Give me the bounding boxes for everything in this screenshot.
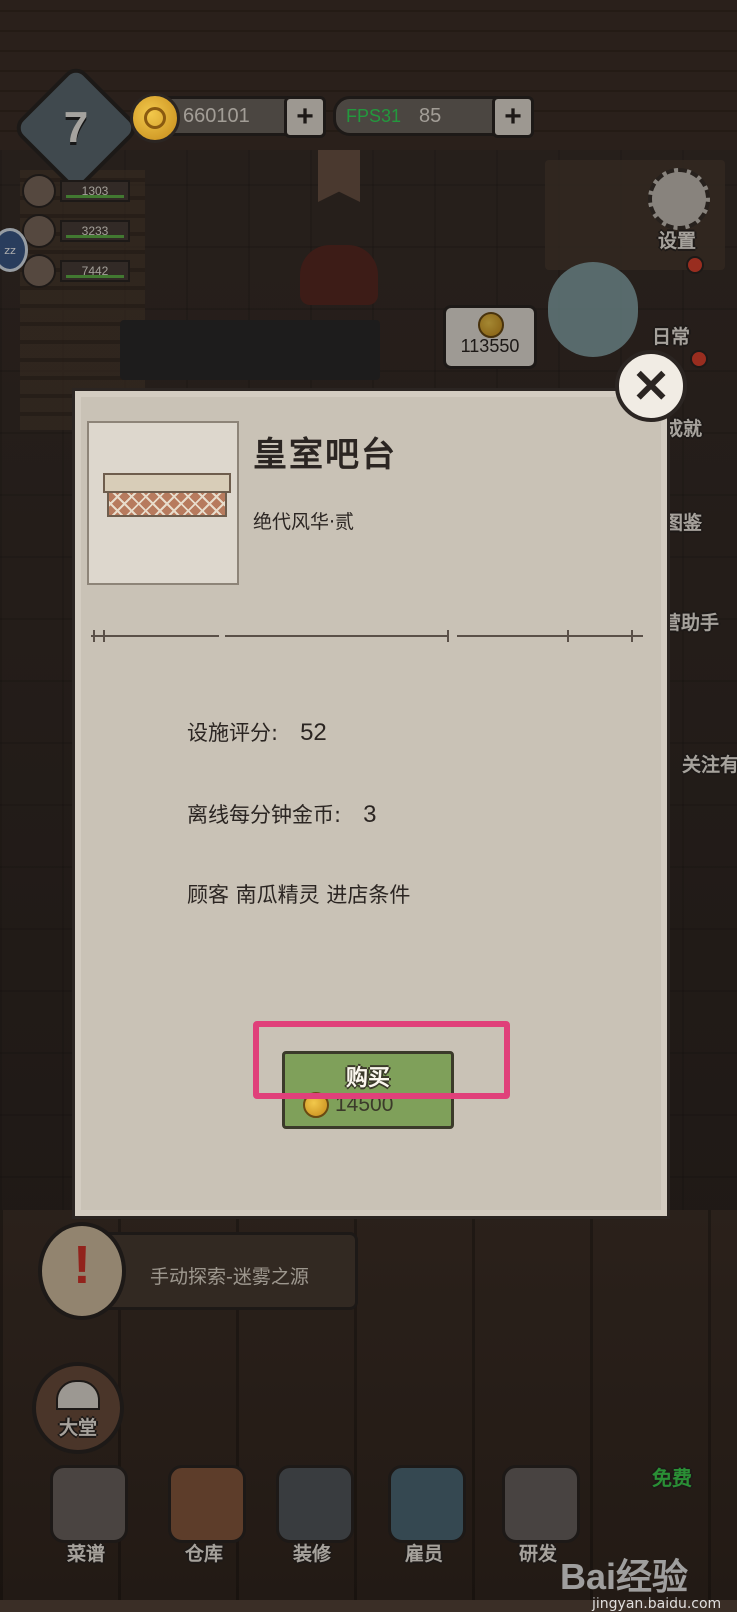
facility-score-value: 52 xyxy=(300,719,327,746)
item-set-name: 绝代风华·贰 xyxy=(253,511,355,533)
tutorial-highlight xyxy=(253,1021,510,1099)
customer-condition: 顾客 南瓜精灵 进店条件 xyxy=(187,883,411,907)
offline-coins-row: 离线每分钟金币: 3 xyxy=(187,799,376,829)
close-button[interactable]: ✕ xyxy=(615,350,687,422)
offline-coins-label: 离线每分钟金币: xyxy=(187,803,342,827)
coin-icon xyxy=(130,93,180,143)
offline-coins-value: 3 xyxy=(363,801,377,828)
section-divider xyxy=(91,629,647,643)
item-purchase-dialog: 皇室吧台 绝代风华·贰 设施评分: 52 离线每分钟金币: 3 顾客 南瓜精灵 进店… xyxy=(72,388,670,1219)
item-title: 皇室吧台 xyxy=(253,435,397,475)
facility-score-row: 设施评分: 52 xyxy=(187,717,327,747)
bar-counter-icon xyxy=(103,473,231,519)
facility-score-label: 设施评分: xyxy=(187,721,279,745)
item-preview-frame xyxy=(87,421,239,585)
